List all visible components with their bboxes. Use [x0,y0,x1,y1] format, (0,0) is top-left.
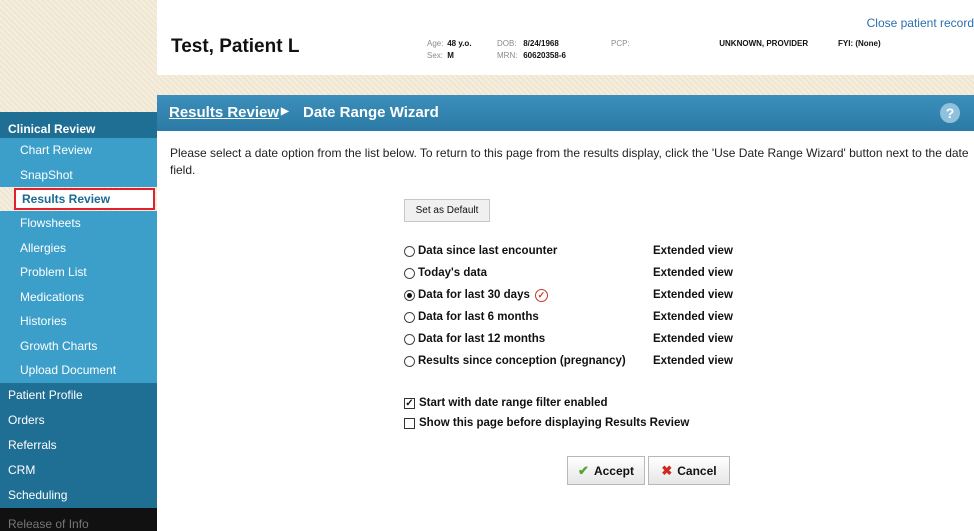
radio-selected-icon[interactable] [404,289,415,301]
radio-icon[interactable] [404,355,415,367]
radio-icon[interactable] [404,333,415,345]
sidebar-item-upload-document[interactable]: Upload Document [0,358,157,383]
sidebar-item-medications[interactable]: Medications [0,284,157,309]
patient-header: Close patient record Test, Patient L Age… [157,0,974,75]
default-marker-icon: ✓ [534,288,548,302]
sidebar-section-patient-profile[interactable]: Patient Profile [0,382,157,408]
close-patient-record-link[interactable]: Close patient record [867,16,974,30]
sidebar-section-referrals[interactable]: Referrals [0,432,157,458]
extended-view-link[interactable]: Extended view [653,308,733,326]
page-title: Date Range Wizard [303,104,439,121]
breadcrumb-caret-icon: ▶ [281,106,289,117]
mrn-field: MRN: 60620358-6 [497,51,566,60]
sidebar-item-chart-review[interactable]: Chart Review [0,138,157,163]
sidebar-item-results-review[interactable]: Results Review [14,188,155,210]
pcp-value: UNKNOWN, PROVIDER [719,39,809,48]
sidebar-section-clinical-review[interactable]: Clinical Review [0,112,157,138]
option-results-since-conception[interactable]: Results since conception (pregnancy) [404,352,626,370]
panel-title-bar: Results Review ▶ Date Range Wizard ? [157,95,974,131]
sidebar-item-problem-list[interactable]: Problem List [0,260,157,285]
option-data-last-12-months[interactable]: Data for last 12 months [404,330,545,348]
radio-icon[interactable] [404,267,415,279]
extended-view-link[interactable]: Extended view [653,330,733,348]
radio-icon[interactable] [404,245,415,257]
close-icon: ✖ [661,462,673,478]
checkbox-checked-icon[interactable]: ✓ [404,397,415,409]
fyi-field: FYI: (None) [838,39,881,48]
accept-button[interactable]: ✔ Accept [567,456,645,485]
mrn-value: 60620358-6 [523,51,566,60]
age-value: 48 y.o. [447,39,472,48]
option-data-last-6-months[interactable]: Data for last 6 months [404,308,539,326]
sex-field: Sex: M [427,51,454,60]
extended-view-link[interactable]: Extended view [653,264,733,282]
set-as-default-button[interactable]: Set as Default [404,199,490,222]
sidebar-item-growth-charts[interactable]: Growth Charts [0,333,157,358]
dob-value: 8/24/1968 [523,39,559,48]
fyi-value[interactable]: (None) [855,39,880,48]
pcp-field: PCP: UNKNOWN, PROVIDER [611,39,809,48]
help-icon[interactable]: ? [940,103,960,123]
option-data-since-last-encounter[interactable]: Data since last encounter [404,242,557,260]
sidebar-nav: Clinical Review Chart Review SnapShot Re… [0,112,157,531]
checkmark-icon: ✔ [578,462,589,478]
sidebar-section-scheduling[interactable]: Scheduling [0,482,157,508]
instructions-text: Please select a date option from the lis… [170,146,969,177]
sidebar-item-allergies[interactable]: Allergies [0,235,157,260]
radio-icon[interactable] [404,311,415,323]
start-with-filter-checkbox-row[interactable]: ✓ Start with date range filter enabled [404,395,608,411]
sidebar-item-flowsheets[interactable]: Flowsheets [0,211,157,236]
option-data-last-30-days[interactable]: Data for last 30 days ✓ [404,286,548,304]
dob-field: DOB: 8/24/1968 [497,39,559,48]
option-todays-data[interactable]: Today's data [404,264,487,282]
age-field: Age: 48 y.o. [427,39,472,48]
patient-name: Test, Patient L [171,36,300,57]
sidebar-section-orders[interactable]: Orders [0,407,157,433]
breadcrumb-results-review-link[interactable]: Results Review [169,104,279,121]
sex-value: M [447,51,454,60]
sidebar-section-crm[interactable]: CRM [0,457,157,483]
sidebar-section-release-of-info[interactable]: Release of Info [0,507,157,531]
cancel-button[interactable]: ✖ Cancel [648,456,730,485]
sidebar-item-histories[interactable]: Histories [0,309,157,334]
extended-view-link[interactable]: Extended view [653,286,733,304]
show-page-before-checkbox-row[interactable]: Show this page before displaying Results… [404,415,689,431]
checkbox-icon[interactable] [404,417,415,429]
date-range-wizard-panel: Results Review ▶ Date Range Wizard ? Ple… [157,95,974,531]
extended-view-link[interactable]: Extended view [653,242,733,260]
extended-view-link[interactable]: Extended view [653,352,733,370]
sidebar-item-snapshot[interactable]: SnapShot [0,162,157,187]
